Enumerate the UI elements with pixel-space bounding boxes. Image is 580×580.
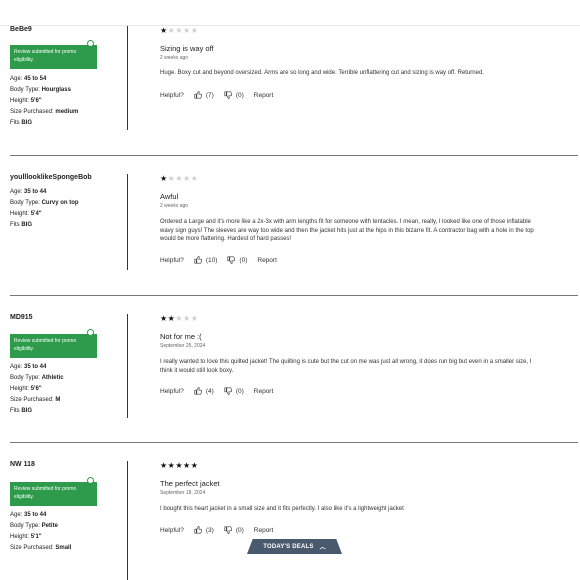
helpful-row: Helpful? (4) (0) Report	[160, 387, 273, 395]
helpful-label: Helpful?	[160, 256, 184, 264]
thumbs-down-icon	[224, 526, 232, 534]
thumbs-up-button[interactable]: (3)	[194, 526, 214, 534]
reviewer-age: Age: 35 to 44	[10, 364, 47, 370]
review-card: BeBe9 Review submitted for promo eligibi…	[0, 26, 580, 156]
review-date: 2 weeks ago	[160, 203, 189, 209]
reviewer-age: Age: 35 to 44	[10, 512, 47, 518]
thumbs-up-icon	[194, 387, 202, 395]
helpful-label: Helpful?	[160, 526, 184, 534]
review-card: youlllooklikeSpongeBob Age: 35 to 44 Bod…	[0, 174, 580, 296]
reviewer-name: MD915	[10, 314, 33, 321]
review-title: Not for me :(	[160, 332, 202, 341]
report-link[interactable]: Report	[254, 388, 274, 395]
reviewer-fit: Fits BIG	[10, 120, 33, 126]
info-pin-icon	[87, 40, 94, 51]
thumbs-down-button[interactable]: (0)	[224, 91, 244, 99]
report-link[interactable]: Report	[257, 257, 277, 264]
todays-deals-tab[interactable]: TODAY'S DEALS ︿	[247, 539, 342, 554]
helpful-row: Helpful? (3) (0) Report	[160, 526, 273, 534]
column-divider	[127, 461, 128, 580]
reviewer-age: Age: 35 to 44	[10, 189, 47, 195]
review-separator	[10, 295, 578, 296]
reviewer-body-type: Body Type: Athletic	[10, 375, 64, 381]
review-title: Sizing is way off	[160, 44, 214, 53]
info-pin-icon	[87, 477, 94, 488]
review-body: I bought this heart jacket in a small si…	[160, 506, 404, 512]
todays-deals-label: TODAY'S DEALS	[263, 543, 314, 550]
reviewer-name: BeBe9	[10, 26, 32, 33]
reviewer-age: Age: 45 to 54	[10, 76, 47, 82]
review-date: September 18, 2024	[160, 490, 206, 496]
thumbs-down-icon	[227, 256, 236, 264]
promo-badge: Review submitted for promo eligibility.	[10, 477, 97, 506]
reviewer-height: Height: 5'4"	[10, 211, 42, 217]
info-pin-icon	[87, 329, 94, 340]
column-divider	[127, 26, 128, 130]
thumbs-down-icon	[224, 91, 232, 99]
thumbs-up-icon	[194, 526, 202, 534]
reviewer-body-type: Body Type: Curvy on top	[10, 200, 79, 206]
reviewer-body-type: Body Type: Hourglass	[10, 87, 71, 93]
thumbs-down-button[interactable]: (0)	[224, 526, 244, 534]
helpful-label: Helpful?	[160, 91, 184, 99]
reviewer-size: Size Purchased: Small	[10, 545, 72, 551]
thumbs-up-button[interactable]: (4)	[194, 387, 214, 395]
review-date: September 25, 2024	[160, 343, 206, 349]
review-card: NW 118 Review submitted for promo eligib…	[0, 461, 580, 580]
review-separator	[10, 442, 578, 443]
review-body: Huge. Boxy cut and beyond oversized. Arm…	[160, 70, 484, 76]
thumbs-up-button[interactable]: (7)	[194, 91, 214, 99]
star-rating: ★★★★★	[160, 461, 199, 470]
review-body: I really wanted to love this quilted jac…	[160, 359, 532, 374]
helpful-label: Helpful?	[160, 387, 184, 395]
column-divider	[127, 174, 128, 270]
reviewer-size: Size Purchased: M	[10, 397, 61, 403]
review-card: MD915 Review submitted for promo eligibi…	[0, 314, 580, 444]
review-body: Ordered a Large and it's more like a 2x-…	[160, 219, 534, 242]
promo-badge: Review submitted for promo eligibility.	[10, 329, 97, 358]
report-link[interactable]: Report	[254, 527, 274, 534]
promo-badge: Review submitted for promo eligibility.	[10, 40, 97, 69]
helpful-row: Helpful? (10) (0) Report	[160, 256, 277, 264]
reviewer-body-type: Body Type: Petite	[10, 523, 58, 529]
thumbs-up-icon	[194, 91, 202, 99]
thumbs-up-button[interactable]: (10)	[194, 256, 217, 264]
thumbs-down-button[interactable]: (0)	[227, 256, 247, 264]
chevron-up-icon: ︿	[319, 545, 326, 551]
reviewer-height: Height: 5'6"	[10, 98, 42, 104]
thumbs-down-icon	[224, 387, 232, 395]
star-rating: ★★★★★	[160, 174, 199, 183]
thumbs-down-button[interactable]: (0)	[224, 387, 244, 395]
reviewer-name: youlllooklikeSpongeBob	[10, 174, 92, 181]
reviewer-fit: Fits BIG	[10, 222, 33, 228]
report-link[interactable]: Report	[254, 92, 274, 99]
star-rating: ★★★★★	[160, 314, 199, 323]
star-rating: ★★★★★	[160, 26, 199, 35]
reviewer-height: Height: 5'6"	[10, 386, 42, 392]
review-title: The perfect jacket	[160, 479, 220, 488]
review-title: Awful	[160, 192, 179, 201]
thumbs-up-icon	[194, 256, 202, 264]
helpful-row: Helpful? (7) (0) Report	[160, 91, 273, 99]
column-divider	[127, 314, 128, 418]
reviewer-height: Height: 5'1"	[10, 534, 42, 540]
reviewer-name: NW 118	[10, 461, 35, 468]
review-separator	[10, 155, 578, 156]
reviewer-size: Size Purchased: medium	[10, 109, 79, 115]
reviewer-fit: Fits BIG	[10, 408, 33, 414]
review-date: 2 weeks ago	[160, 55, 189, 61]
